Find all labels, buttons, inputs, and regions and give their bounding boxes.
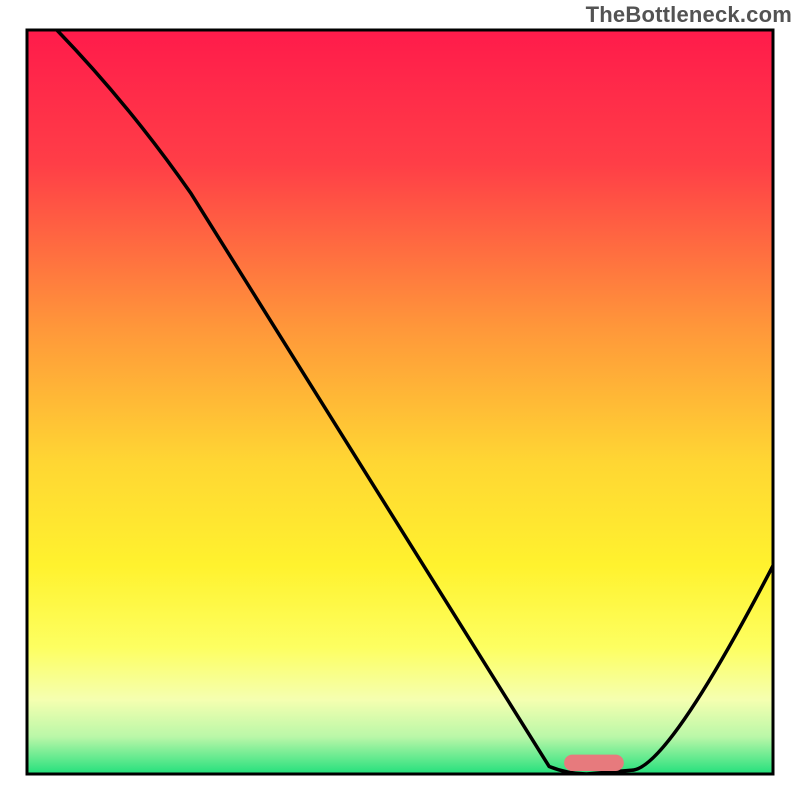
bottleneck-chart	[0, 0, 800, 800]
gradient-background	[27, 30, 773, 774]
optimal-marker	[564, 755, 624, 771]
chart-stage: TheBottleneck.com	[0, 0, 800, 800]
